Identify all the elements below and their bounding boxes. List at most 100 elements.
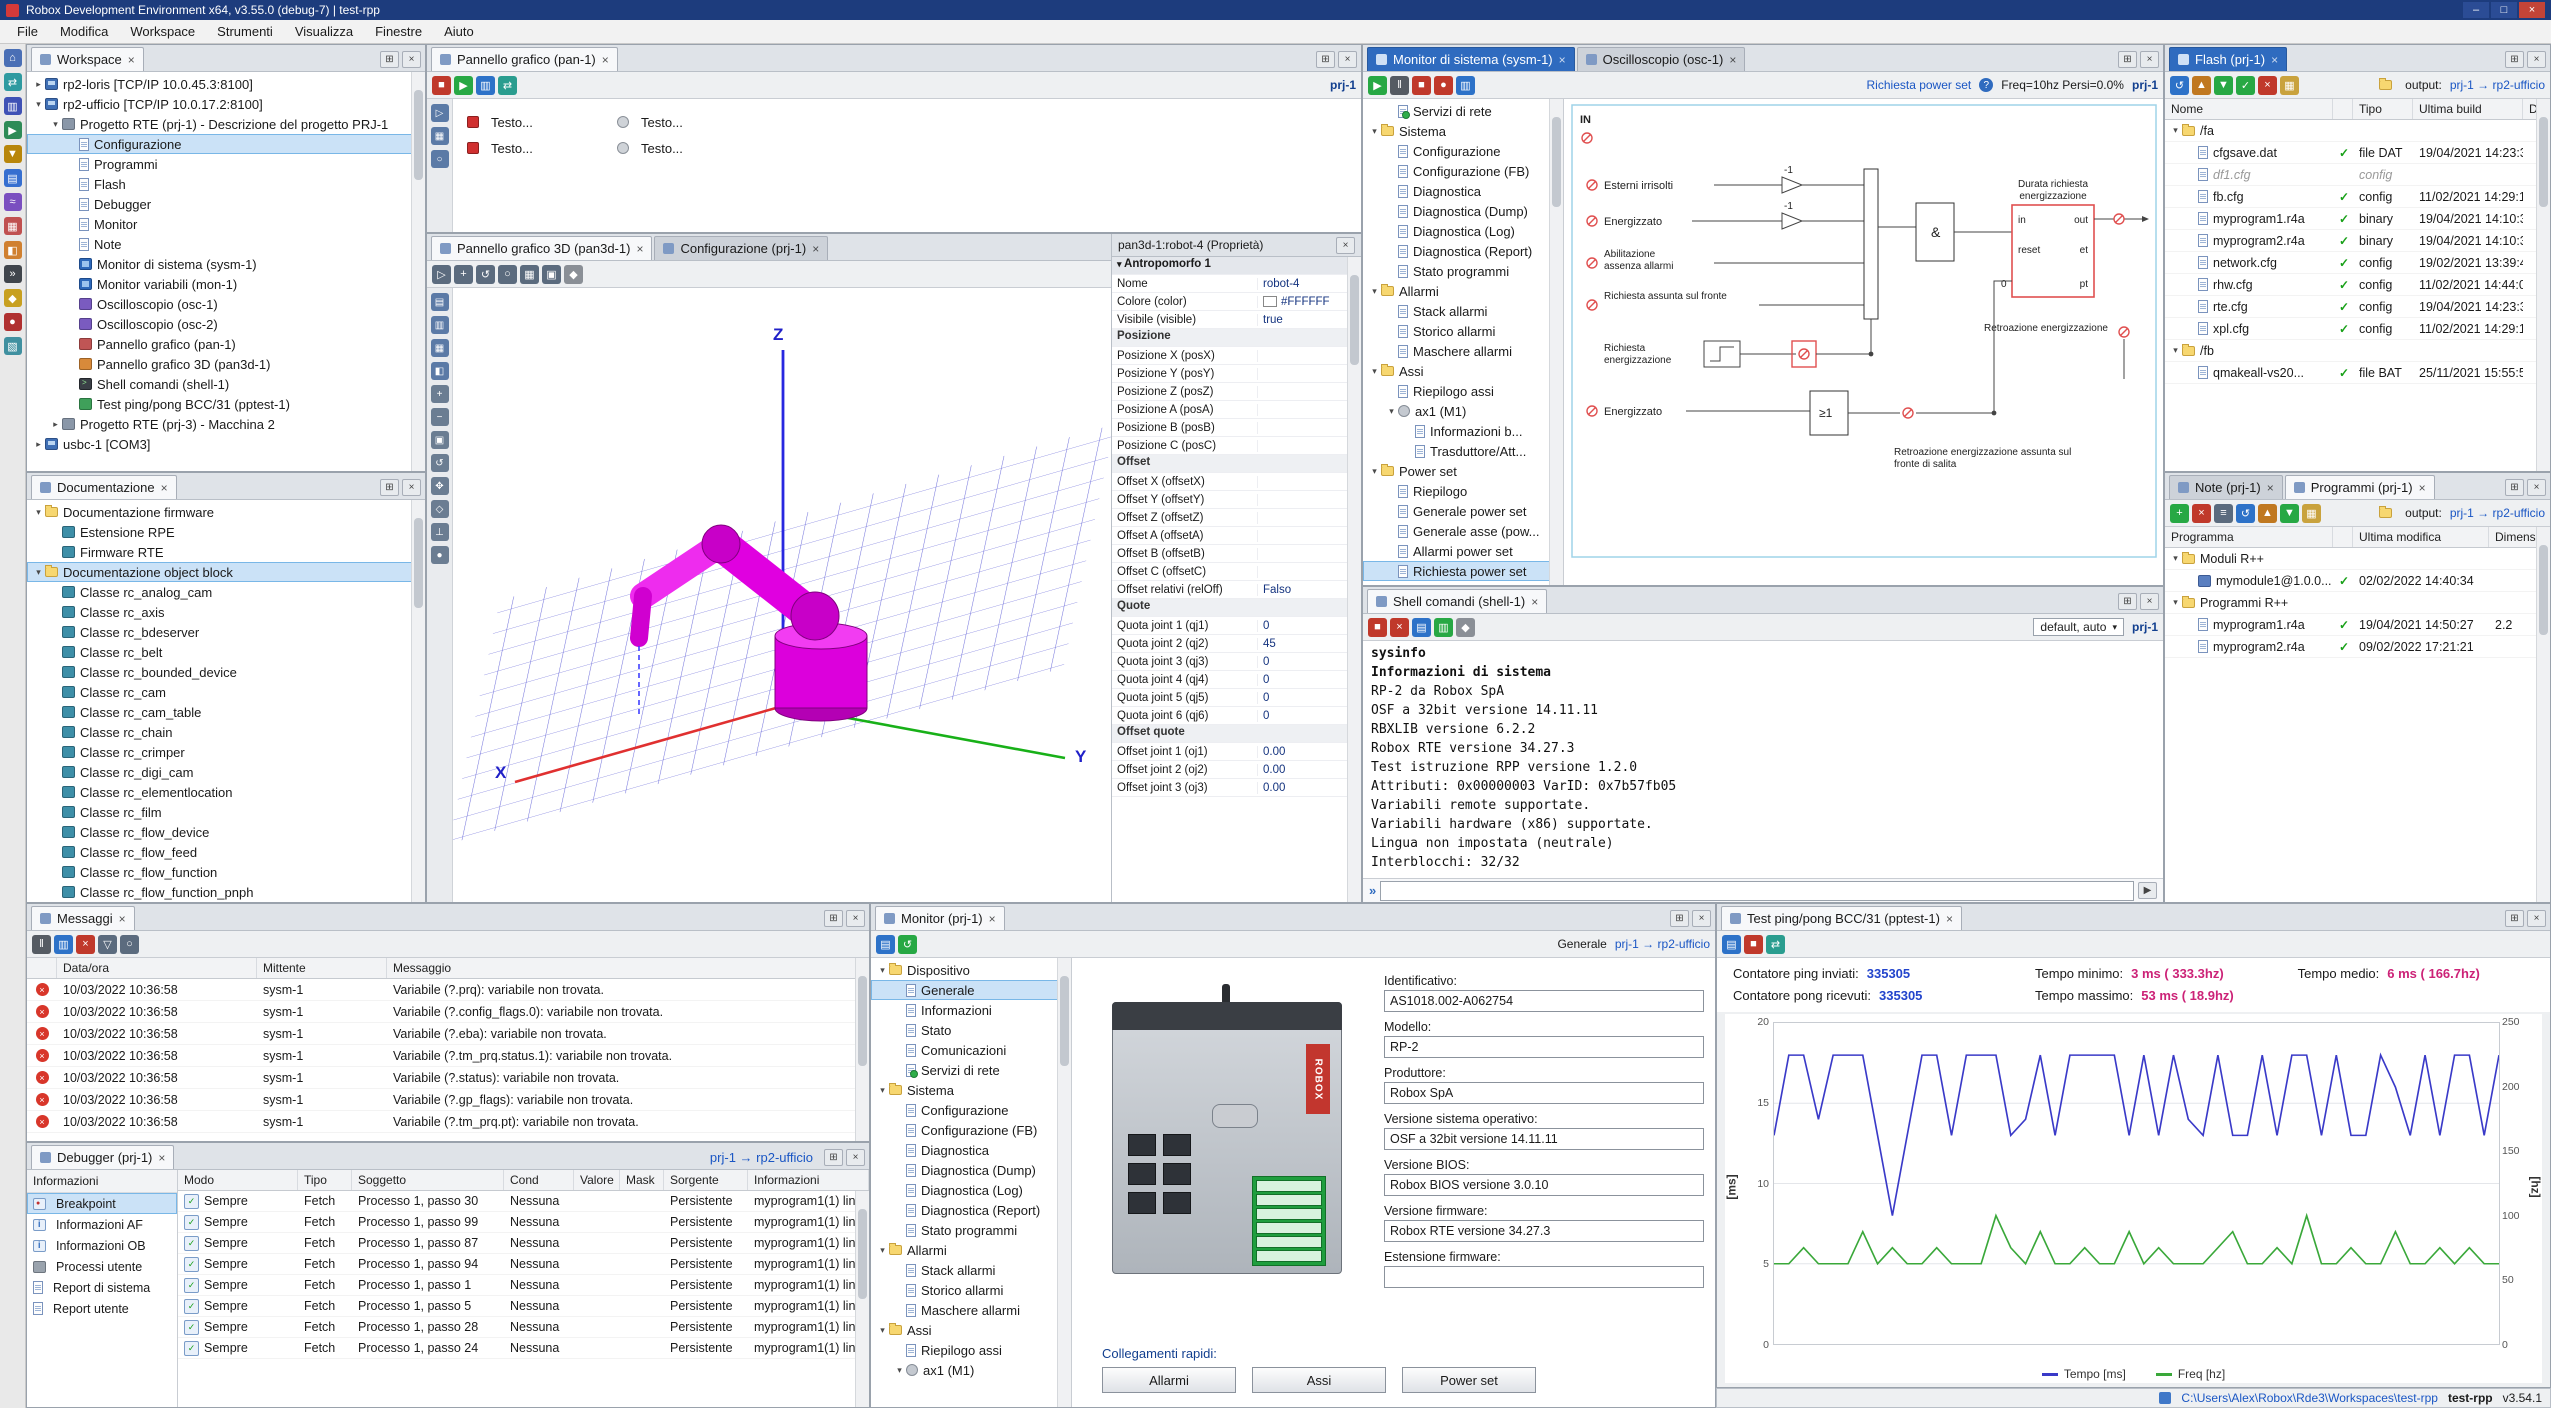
close-icon[interactable]: × <box>402 479 421 496</box>
tree-item[interactable]: Progetto RTE (prj-1) - Descrizione del p… <box>27 114 425 134</box>
field-value[interactable]: Robox RTE versione 34.27.3 <box>1384 1220 1704 1242</box>
property-value[interactable]: 0.00 <box>1258 764 1361 776</box>
debugger-sidebar-item[interactable]: Informazioni OB <box>27 1235 177 1256</box>
close-icon[interactable]: × <box>1729 54 1736 66</box>
add-icon[interactable]: + <box>2170 504 2189 523</box>
scrollbar-thumb[interactable] <box>2539 545 2548 635</box>
tree-item[interactable]: Generale <box>871 980 1071 1000</box>
pin-icon[interactable]: ⊞ <box>2118 51 2137 68</box>
tree-item[interactable]: Firmware RTE <box>27 542 425 562</box>
column-header[interactable]: Sorgente <box>664 1170 748 1190</box>
tree-item[interactable]: Assi <box>871 1320 1071 1340</box>
pin-icon[interactable]: ⊞ <box>824 910 843 927</box>
filter-icon[interactable]: ▽ <box>98 935 117 954</box>
property-row[interactable]: Quota joint 5 (qj5) 0 <box>1112 689 1361 707</box>
tab-device-monitor[interactable]: Monitor (prj-1) × <box>875 906 1005 930</box>
tree-item[interactable]: Oscilloscopio (osc-1) <box>27 294 425 314</box>
breakpoint-row[interactable]: Sempre Fetch Processo 1, passo 1 Nessuna… <box>178 1275 869 1296</box>
settings-icon[interactable]: ◆ <box>564 265 583 284</box>
quick-link-button[interactable]: Allarmi <box>1102 1367 1236 1393</box>
tree-item[interactable]: Classe rc_crimper <box>27 742 425 762</box>
tab-workspace[interactable]: Workspace × <box>31 47 144 71</box>
menu-item[interactable]: Workspace <box>119 21 206 42</box>
column-header[interactable]: Mask <box>620 1170 664 1190</box>
expander-icon[interactable] <box>1368 126 1381 137</box>
graphic-widget[interactable]: Testo... <box>617 141 767 156</box>
property-row[interactable]: Quote <box>1112 599 1361 617</box>
debugger-sidebar-item[interactable]: Informazioni AF <box>27 1214 177 1235</box>
property-row[interactable]: Offset quote <box>1112 725 1361 743</box>
close-icon[interactable]: × <box>128 54 135 66</box>
breakpoint-row[interactable]: Sempre Fetch Processo 1, passo 30 Nessun… <box>178 1191 869 1212</box>
breakpoint-row[interactable]: Sempre Fetch Processo 1, passo 99 Nessun… <box>178 1212 869 1233</box>
tree-item[interactable]: Sistema <box>1363 121 1563 141</box>
stop-icon[interactable]: ■ <box>1744 935 1763 954</box>
rotate-icon[interactable]: ↺ <box>476 265 495 284</box>
property-row[interactable]: Offset C (offsetC) <box>1112 563 1361 581</box>
debugger-sidebar-item[interactable]: Report utente <box>27 1298 177 1319</box>
tree-item[interactable]: Flash <box>27 174 425 194</box>
rhw.cfg[interactable]: rhw.cfg ✓ config 11/02/2021 14:44:00 <box>2165 274 2550 296</box>
myprogram2.r4a[interactable]: myprogram2.r4a ✓ 09/02/2022 17:21:21 <box>2165 636 2550 658</box>
zoom-icon[interactable]: ○ <box>431 150 449 168</box>
refresh-icon[interactable]: ↺ <box>2170 76 2189 95</box>
tree-item[interactable]: Assi <box>1363 361 1563 381</box>
close-icon[interactable]: × <box>1559 54 1566 66</box>
tree-item[interactable]: Stack allarmi <box>871 1260 1071 1280</box>
property-row[interactable]: Posizione X (posX) <box>1112 347 1361 365</box>
shell-icon[interactable]: » <box>4 265 22 283</box>
monitor-icon[interactable]: ▤ <box>4 169 22 187</box>
tree-item[interactable]: Diagnostica <box>871 1140 1071 1160</box>
close-icon[interactable]: × <box>161 482 168 494</box>
play-icon[interactable]: ▶ <box>454 76 473 95</box>
tree-item[interactable]: Classe rc_flow_device <box>27 822 425 842</box>
grid-icon[interactable]: ▦ <box>520 265 539 284</box>
df1.cfg[interactable]: df1.cfg config <box>2165 164 2550 186</box>
column-header[interactable]: Programma <box>2165 527 2333 547</box>
quick-link-button[interactable]: Power set <box>1402 1367 1536 1393</box>
tree-item[interactable]: Diagnostica (Report) <box>1363 241 1563 261</box>
send-icon[interactable]: ▶ <box>2138 882 2157 899</box>
expander-icon[interactable] <box>32 439 45 450</box>
column-header[interactable]: Soggetto <box>352 1170 504 1190</box>
column-header[interactable]: Informazioni <box>748 1170 869 1190</box>
property-row[interactable]: Offset <box>1112 455 1361 473</box>
tree-item[interactable]: Generale power set <box>1363 501 1563 521</box>
tree-item[interactable]: Pannello grafico 3D (pan3d-1) <box>27 354 425 374</box>
fit-icon[interactable]: ▣ <box>431 431 449 449</box>
property-row[interactable]: Posizione C (posC) <box>1112 437 1361 455</box>
close-icon[interactable]: × <box>402 51 421 68</box>
pause-icon[interactable]: ‖ <box>1390 76 1409 95</box>
save-icon[interactable]: ▥ <box>1456 76 1475 95</box>
property-value[interactable]: robot-4 <box>1258 288 1361 290</box>
scrollbar-thumb[interactable] <box>414 518 423 608</box>
expander-icon[interactable] <box>2169 125 2182 136</box>
debugger-sidebar-item[interactable]: Processi utente <box>27 1256 177 1277</box>
expander-icon[interactable] <box>32 567 45 578</box>
property-row[interactable]: Quota joint 6 (qj6) 0 <box>1112 707 1361 725</box>
tree-item[interactable]: Configurazione <box>871 1100 1071 1120</box>
property-row[interactable]: Colore (color) #FFFFFF <box>1112 293 1361 311</box>
refresh-icon[interactable]: ↺ <box>2236 504 2255 523</box>
scrollbar[interactable] <box>855 958 869 1141</box>
tree-item[interactable]: Trasduttore/Att... <box>1363 441 1563 461</box>
wireframe-icon[interactable]: ◇ <box>431 500 449 518</box>
column-header[interactable]: Cond <box>504 1170 574 1190</box>
tree-item[interactable]: Monitor di sistema (sysm-1) <box>27 254 425 274</box>
message-row[interactable]: 10/03/2022 10:36:58 sysm-1 Variabile (?.… <box>27 1067 869 1089</box>
tree-item[interactable]: Oscilloscopio (osc-2) <box>27 314 425 334</box>
tree-item[interactable]: Classe rc_chain <box>27 722 425 742</box>
tree-item[interactable]: usbc-1 [COM3] <box>27 434 425 454</box>
tree-item[interactable]: Monitor <box>27 214 425 234</box>
tree-item[interactable]: Diagnostica (Log) <box>1363 221 1563 241</box>
xpl.cfg[interactable]: xpl.cfg ✓ config 11/02/2021 14:29:16 <box>2165 318 2550 340</box>
tree-item[interactable]: Storico allarmi <box>1363 321 1563 341</box>
edit-icon[interactable]: ≡ <box>2214 504 2233 523</box>
tab-documentation[interactable]: Documentazione × <box>31 475 177 499</box>
expander-icon[interactable] <box>32 507 45 518</box>
folder-icon[interactable]: ▦ <box>2302 504 2321 523</box>
tree-item[interactable]: Configurazione <box>1363 141 1563 161</box>
home-icon[interactable]: ⌂ <box>4 49 22 67</box>
message-row[interactable]: 10/03/2022 10:36:58 sysm-1 Variabile (?.… <box>27 979 869 1001</box>
tree-item[interactable]: Informazioni <box>871 1000 1071 1020</box>
